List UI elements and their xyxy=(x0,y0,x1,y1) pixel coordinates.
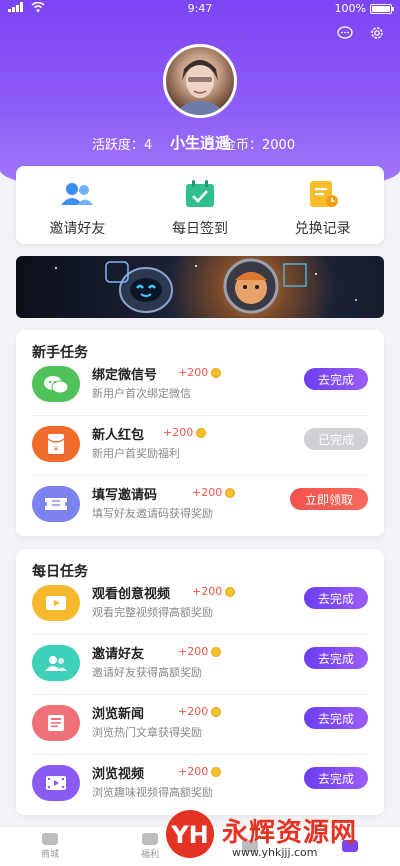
tab-label: 福利 xyxy=(140,850,159,860)
exchange-history-button[interactable]: 兑换记录 xyxy=(261,166,384,244)
watermark: YH 永辉资源网 www.yhkjjj.com xyxy=(160,806,400,866)
ticket-icon xyxy=(32,486,80,522)
reward-amount: +200 xyxy=(192,585,223,598)
quick-label: 兑换记录 xyxy=(294,221,351,237)
task-title: 浏览新闻 xyxy=(92,707,145,722)
news-icon xyxy=(32,705,80,741)
task-description: 新用户首奖励福利 xyxy=(92,447,180,460)
watermark-logo: YH xyxy=(164,808,216,860)
svg-text:¥: ¥ xyxy=(54,445,59,453)
quick-actions-card: 邀请好友 每日签到 兑换记录 xyxy=(16,166,384,244)
coin-icon xyxy=(225,586,236,597)
invite-friends-button[interactable]: 邀请好友 xyxy=(16,166,139,244)
task-title: 邀请好友 xyxy=(92,647,145,662)
message-icon[interactable] xyxy=(336,24,354,42)
wechat-icon xyxy=(32,366,80,402)
task-row: 观看创意视频 +200 观看完整视频得高额奖励 去完成 xyxy=(16,575,384,635)
claim-now-button[interactable]: 立即领取 xyxy=(290,488,368,510)
coin-icon xyxy=(211,646,222,657)
task-title: 浏览视频 xyxy=(92,767,145,782)
avatar[interactable] xyxy=(163,44,237,118)
task-reward: +200 xyxy=(178,366,222,379)
daily-tasks-card: 每日任务 观看创意视频 +200 观看完整视频得高额奖励 去完成 邀请好友 +2… xyxy=(16,549,384,815)
reward-amount: +200 xyxy=(178,765,209,778)
task-row: 邀请好友 +200 邀请好友获得高额奖励 去完成 xyxy=(16,635,384,695)
svg-text:YH: YH xyxy=(170,821,208,849)
settings-gear-icon[interactable] xyxy=(368,24,386,42)
task-row: 绑定微信号 +200 新用户首次绑定微信 去完成 xyxy=(16,356,384,416)
task-title: 新人红包 xyxy=(92,428,145,443)
task-title: 绑定微信号 xyxy=(92,368,158,383)
complete-button[interactable]: 去完成 xyxy=(304,767,368,789)
coin-icon xyxy=(196,427,207,438)
film-icon xyxy=(32,765,80,801)
task-reward: +200 xyxy=(178,765,222,778)
task-title: 填写邀请码 xyxy=(92,488,158,503)
task-reward: +200 xyxy=(178,705,222,718)
task-description: 浏览趣味视频得高额奖励 xyxy=(92,786,213,799)
complete-button[interactable]: 去完成 xyxy=(304,368,368,390)
activity-stat: 活跃度：4 xyxy=(92,138,153,153)
task-description: 新用户首次绑定微信 xyxy=(92,387,191,400)
task-title: 观看创意视频 xyxy=(92,587,171,602)
gift-icon xyxy=(142,833,158,845)
reward-amount: +200 xyxy=(192,486,223,499)
task-description: 浏览热门文章获得奖励 xyxy=(92,726,202,739)
document-icon xyxy=(305,180,341,208)
shop-icon xyxy=(42,833,58,845)
tab-label: 商城 xyxy=(40,850,59,860)
task-reward: +200 xyxy=(192,486,236,499)
reward-amount: +200 xyxy=(178,705,209,718)
task-row: ¥ 新人红包 +200 新用户首奖励福利 已完成 xyxy=(16,416,384,476)
promo-banner[interactable] xyxy=(16,256,384,318)
task-row: 浏览新闻 +200 浏览热门文章获得奖励 去完成 xyxy=(16,695,384,755)
red-envelope-icon: ¥ xyxy=(32,426,80,462)
reward-amount: +200 xyxy=(178,366,209,379)
task-description: 邀请好友获得高额奖励 xyxy=(92,666,202,679)
complete-button[interactable]: 去完成 xyxy=(304,647,368,669)
calendar-check-icon xyxy=(182,180,218,208)
battery-icon xyxy=(370,3,394,14)
quick-label: 每日签到 xyxy=(172,221,228,237)
stat-divider xyxy=(192,135,193,148)
task-description: 观看完整视频得高额奖励 xyxy=(92,606,213,619)
people-icon xyxy=(59,180,95,208)
coin-icon xyxy=(211,706,222,717)
coin-icon xyxy=(225,487,236,498)
user-stats: 活跃度：4 金币：2000 xyxy=(0,134,400,153)
task-reward: +200 xyxy=(163,426,207,439)
task-reward: +200 xyxy=(178,645,222,658)
coin-icon xyxy=(211,766,222,777)
video-icon xyxy=(32,585,80,621)
quick-label: 邀请好友 xyxy=(49,221,106,237)
newbie-tasks-card: 新手任务 绑定微信号 +200 新用户首次绑定微信 去完成 ¥ 新人红包 +20… xyxy=(16,330,384,536)
complete-button[interactable]: 去完成 xyxy=(304,587,368,609)
task-description: 填写好友邀请码获得奖励 xyxy=(92,507,213,520)
complete-button[interactable]: 去完成 xyxy=(304,707,368,729)
task-row: 填写邀请码 +200 填写好友邀请码获得奖励 立即领取 xyxy=(16,476,384,536)
daily-checkin-button[interactable]: 每日签到 xyxy=(139,166,262,244)
tab-mall[interactable]: 商城 xyxy=(0,827,100,866)
completed-button[interactable]: 已完成 xyxy=(304,428,368,450)
status-bar: 9:47 100% xyxy=(0,0,400,18)
watermark-title: 永辉资源网 xyxy=(222,818,358,848)
battery-level: 100% xyxy=(334,2,366,15)
reward-amount: +200 xyxy=(163,426,194,439)
task-reward: +200 xyxy=(192,585,236,598)
watermark-url: www.yhkjjj.com xyxy=(232,846,318,859)
coin-icon xyxy=(211,367,222,378)
coins-stat: 金币：2000 xyxy=(223,138,296,153)
people-icon xyxy=(32,645,80,681)
reward-amount: +200 xyxy=(178,645,209,658)
